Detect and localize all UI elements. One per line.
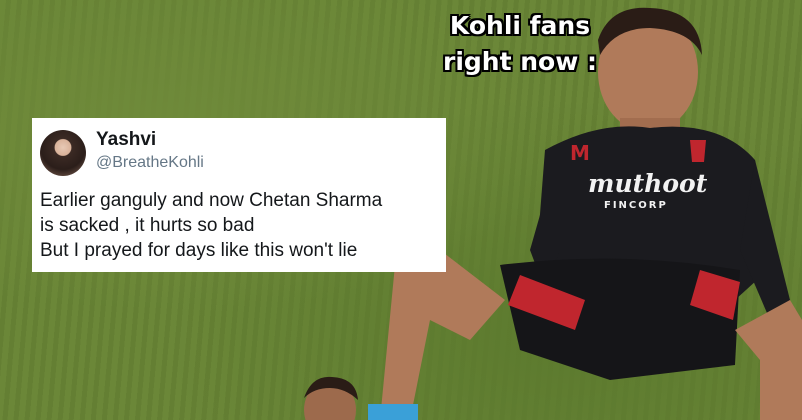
avatar bbox=[40, 130, 86, 176]
tweet-author-handle: @BreatheKohli bbox=[96, 154, 204, 171]
jersey-sponsor: muthoot bbox=[588, 169, 708, 198]
jersey-sponsor-sub: FINCORP bbox=[604, 200, 668, 211]
tweet-author-name: Yashvi bbox=[96, 129, 157, 150]
player-shoe bbox=[368, 404, 418, 420]
player-leg-right bbox=[735, 300, 802, 420]
jersey-crest bbox=[690, 140, 706, 162]
tweet-text: Earlier ganguly and now Chetan Sharma is… bbox=[40, 190, 383, 261]
jersey-m-logo: M bbox=[570, 141, 590, 165]
player-leg-left bbox=[380, 250, 505, 420]
tweet-card: Yashvi @BreatheKohli Earlier ganguly and… bbox=[32, 118, 446, 272]
meme-caption: Kohli fans right now : bbox=[442, 11, 598, 76]
